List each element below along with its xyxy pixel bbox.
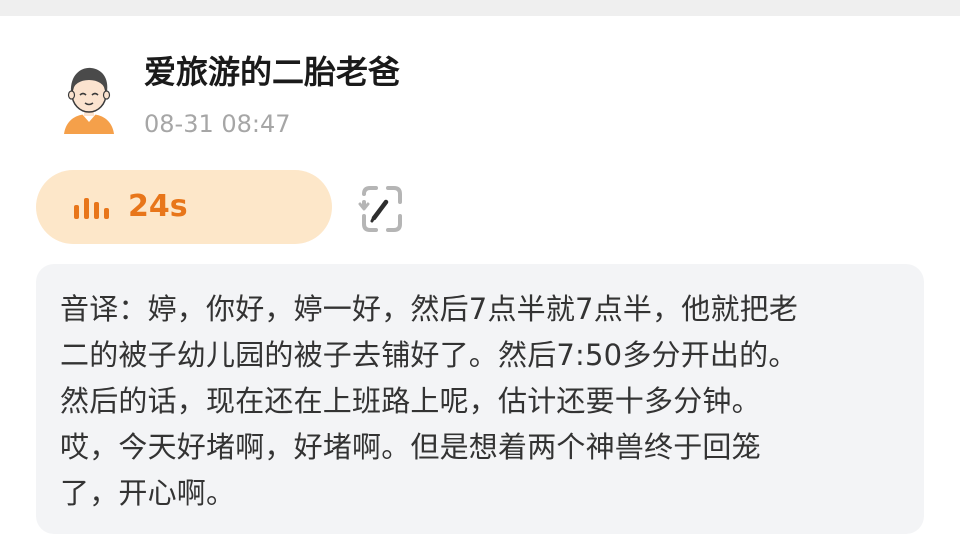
- voice-message-player[interactable]: 24s: [36, 170, 332, 244]
- post-timestamp: 08-31 08:47: [144, 110, 291, 138]
- edit-pencil-icon: [358, 186, 402, 232]
- voice-duration: 24s: [128, 189, 188, 224]
- cartoon-avatar-icon[interactable]: [58, 62, 120, 134]
- transcript-line: 音译：婷，你好，婷一好，然后7点半就7点半，他就把老: [60, 292, 799, 326]
- transcript-line: 了，开心啊。: [60, 476, 236, 510]
- transcript-line: 然后的话，现在还在上班路上呢，估计还要十多分钟。: [60, 384, 761, 418]
- top-divider-strip: [0, 0, 960, 16]
- transcript-panel: 音译：婷，你好，婷一好，然后7点半就7点半，他就把老 二的被子幼儿园的被子去铺好…: [36, 264, 924, 534]
- edit-transcript-button[interactable]: [350, 180, 414, 238]
- author-name[interactable]: 爱旅游的二胎老爸: [144, 50, 400, 94]
- transcript-line: 哎，今天好堵啊，好堵啊。但是想着两个神兽终于回笼: [60, 430, 761, 464]
- transcript-line: 二的被子幼儿园的被子去铺好了。然后7:50多分开出的。: [60, 338, 798, 372]
- sound-bars-icon: [74, 198, 109, 219]
